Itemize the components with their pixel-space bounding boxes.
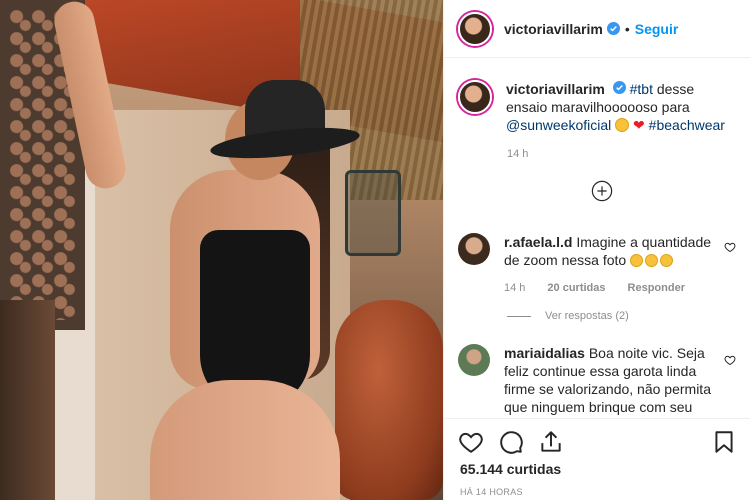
verified-badge-icon — [606, 22, 620, 35]
comment-like-icon[interactable] — [724, 241, 736, 253]
legs — [150, 380, 340, 500]
post-photo[interactable] — [0, 0, 443, 500]
view-replies-button[interactable]: Ver respostas (2) — [507, 310, 629, 322]
commenter-username[interactable]: mariaidalias — [504, 345, 585, 361]
action-icons — [444, 419, 750, 455]
post-caption: victoriavillarim #tbt desse ensaio marav… — [458, 80, 738, 134]
laughing-emoji-icon — [630, 252, 675, 268]
caption-avatar[interactable] — [458, 80, 492, 114]
post-age[interactable]: HÁ 14 HORAS — [444, 477, 750, 497]
commenter-avatar[interactable] — [458, 344, 490, 376]
reply-button[interactable]: Responder — [628, 279, 685, 297]
comment-time: 14 h — [504, 282, 526, 294]
add-comments-icon[interactable] — [591, 180, 613, 202]
share-icon[interactable] — [538, 429, 564, 455]
bookmark-icon[interactable] — [711, 429, 737, 455]
caption-text: victoriavillarim #tbt desse ensaio marav… — [506, 80, 738, 134]
clay-pot — [335, 300, 443, 500]
woman-figure — [50, 0, 361, 500]
heart-eyes-emoji-icon — [615, 118, 630, 132]
like-heart-icon[interactable] — [458, 429, 484, 455]
instagram-post-view: victoriavillarim • Seguir victoriavillar… — [0, 0, 750, 500]
author-username[interactable]: victoriavillarim — [504, 21, 603, 37]
comment-likes[interactable]: 20 curtidas — [547, 279, 605, 297]
caption-username[interactable]: victoriavillarim — [506, 81, 605, 97]
mention-sunweekoficial[interactable]: @sunweekoficial — [506, 117, 611, 133]
comment-like-icon[interactable] — [724, 354, 736, 366]
follow-button[interactable]: Seguir — [635, 21, 679, 37]
commenter-avatar[interactable] — [458, 233, 490, 265]
hashtag-tbt[interactable]: #tbt — [630, 81, 653, 97]
comment-item: mariaidalias Boa noite vic. Seja feliz c… — [458, 344, 738, 416]
post-header: victoriavillarim • Seguir — [444, 0, 750, 58]
verified-badge-icon — [612, 81, 626, 94]
action-bar: 65.144 curtidas HÁ 14 HORAS — [444, 418, 750, 500]
comment-body: mariaidalias Boa noite vic. Seja feliz c… — [504, 344, 724, 416]
comment-body: r.afaela.l.d Imagine a quantidade de zoo… — [504, 233, 724, 297]
hashtag-beachwear[interactable]: #beachwear — [649, 117, 725, 133]
likes-count[interactable]: 65.144 curtidas — [444, 455, 750, 477]
separator-dot: • — [624, 20, 630, 37]
post-sidebar: victoriavillarim • Seguir victoriavillar… — [443, 0, 750, 500]
comment-meta: 14 h 20 curtidas Responder — [504, 279, 724, 297]
comment-icon[interactable] — [498, 429, 524, 455]
comment-item: r.afaela.l.d Imagine a quantidade de zoo… — [458, 233, 738, 297]
commenter-username[interactable]: r.afaela.l.d — [504, 234, 572, 250]
wooden-post — [0, 300, 55, 500]
author-avatar[interactable] — [458, 11, 492, 46]
lantern — [345, 170, 401, 256]
red-heart-emoji-icon: ❤ — [633, 117, 645, 133]
caption-timestamp: 14 h — [507, 148, 529, 160]
